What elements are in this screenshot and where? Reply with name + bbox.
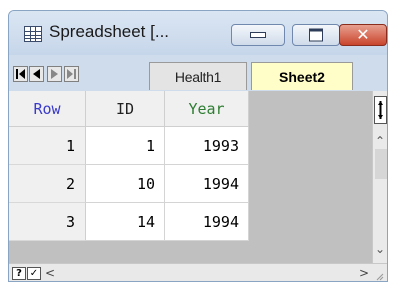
tab-sheet2[interactable]: Sheet2	[251, 62, 353, 90]
vertical-scrollbar[interactable]: ⌃ ⌄	[372, 91, 387, 263]
split-handle[interactable]	[374, 96, 387, 124]
row-number[interactable]: 1	[9, 127, 86, 165]
spreadsheet-icon	[24, 26, 42, 42]
split-arrows-icon	[378, 101, 383, 119]
minimize-icon	[250, 32, 266, 38]
table-cell-year[interactable]: 1993	[165, 127, 249, 165]
column-header-row[interactable]: Row	[9, 91, 86, 127]
prev-sheet-button[interactable]	[29, 66, 44, 82]
next-sheet-button[interactable]	[47, 66, 62, 82]
table-cell-year[interactable]: 1994	[165, 203, 249, 241]
table-cell-id[interactable]: 10	[86, 165, 165, 203]
check-button[interactable]: ✓	[27, 267, 41, 280]
table-cell-id[interactable]: 1	[86, 127, 165, 165]
scroll-up-icon[interactable]: ⌃	[375, 135, 385, 147]
table-cell-year[interactable]: 1994	[165, 165, 249, 203]
next-arrow-icon	[51, 69, 58, 79]
bottom-bar: ? ✓ < >	[9, 263, 387, 281]
maximize-button[interactable]	[292, 24, 340, 46]
scroll-left-icon[interactable]: <	[45, 266, 55, 280]
scroll-down-icon[interactable]: ⌄	[375, 243, 385, 255]
column-header-year[interactable]: Year	[165, 91, 249, 127]
resize-grip-icon[interactable]	[374, 271, 384, 281]
last-arrow-icon	[67, 69, 76, 79]
maximize-icon	[309, 28, 323, 42]
title-bar[interactable]: Spreadsheet [... ✕	[9, 11, 387, 55]
close-button[interactable]: ✕	[339, 24, 387, 46]
first-sheet-button[interactable]	[13, 66, 28, 82]
row-number[interactable]: 3	[9, 203, 86, 241]
vertical-scroll-thumb[interactable]	[375, 149, 387, 179]
prev-arrow-icon	[33, 69, 40, 79]
column-header-id[interactable]: ID	[86, 91, 165, 127]
close-icon: ✕	[356, 25, 370, 44]
last-sheet-button[interactable]	[64, 66, 79, 82]
scroll-right-icon[interactable]: >	[359, 266, 369, 280]
window-title: Spreadsheet [...	[49, 22, 170, 41]
spreadsheet-window: Spreadsheet [... ✕ Health1 Sheet2 Row ID…	[8, 10, 388, 282]
minimize-button[interactable]	[231, 24, 285, 46]
data-grid: Row ID Year 1 1 1993 2 10 1994 3 14 1994	[9, 91, 372, 263]
first-arrow-icon	[16, 69, 25, 79]
row-number[interactable]: 2	[9, 165, 86, 203]
tab-health1[interactable]: Health1	[149, 62, 247, 90]
sheet-tab-bar: Health1 Sheet2	[9, 55, 387, 91]
table-cell-id[interactable]: 14	[86, 203, 165, 241]
help-button[interactable]: ?	[12, 267, 26, 280]
